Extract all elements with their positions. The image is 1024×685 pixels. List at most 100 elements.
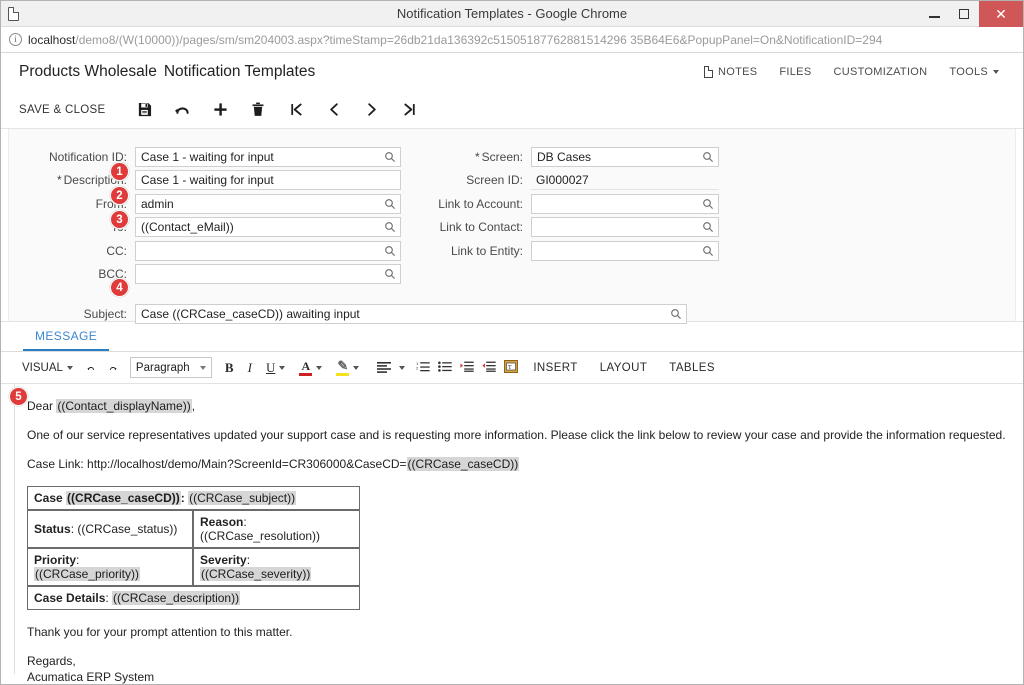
field-row-link-to-contact: Link to Contact:	[419, 216, 719, 240]
bullet-list-button[interactable]	[434, 356, 456, 380]
info-icon[interactable]: i	[9, 33, 22, 46]
highlight-swatch	[336, 373, 350, 376]
first-record-button[interactable]	[277, 95, 315, 125]
label-cc: CC:	[106, 243, 127, 258]
insert-field-icon: T	[504, 359, 519, 376]
search-icon[interactable]	[384, 268, 396, 280]
value-screen-id: GI000027	[531, 170, 719, 191]
message-closing: Thank you for your prompt attention to t…	[27, 624, 293, 639]
font-color-button[interactable]: A	[292, 356, 329, 380]
delete-button[interactable]	[239, 95, 277, 125]
indent-decrease-icon	[482, 361, 497, 375]
next-record-button[interactable]	[353, 95, 391, 125]
input-subject[interactable]: Case ((CRCase_caseCD)) awaiting input	[135, 303, 687, 324]
input-link-to-account[interactable]	[531, 193, 719, 214]
indent-increase-button[interactable]	[456, 356, 478, 380]
value-screen: DB Cases	[537, 149, 592, 164]
field-row-bcc: BCC:	[23, 263, 401, 287]
case-details-token: ((CRCase_description))	[112, 590, 241, 605]
message-editor-area[interactable]: 5 Dear ((Contact_displayName)), One of o…	[1, 384, 1023, 684]
underline-glyph: U	[265, 359, 276, 375]
search-icon[interactable]	[702, 245, 714, 257]
url-path: /demo8/(W(10000))/pages/sm/sm204003.aspx…	[75, 32, 883, 47]
priority-sep: :	[76, 552, 80, 567]
step-badge-3: 3	[110, 210, 129, 229]
input-screen[interactable]: DB Cases	[531, 146, 719, 167]
step-badge-1: 1	[110, 162, 129, 181]
value-to: ((Contact_eMail))	[141, 220, 234, 235]
save-and-close-button[interactable]: SAVE & CLOSE	[19, 104, 105, 116]
highlight-color-button[interactable]: ✎	[329, 356, 366, 380]
undo-button[interactable]	[163, 95, 201, 125]
add-new-button[interactable]	[201, 95, 239, 125]
browser-title-bar: Notification Templates - Google Chrome ✕	[1, 1, 1023, 27]
bold-button[interactable]: B	[218, 356, 241, 380]
input-notification-id[interactable]: Case 1 - waiting for input	[135, 146, 401, 167]
notes-button[interactable]: NOTES	[703, 66, 757, 78]
svg-text:T: T	[508, 364, 512, 370]
field-row-notification-id: Notification ID: Case 1 - waiting for in…	[23, 145, 401, 169]
greeting-token: ((Contact_displayName))	[56, 399, 192, 413]
chevron-down-icon	[399, 365, 406, 370]
step-badge-5: 5	[9, 387, 28, 406]
case-subject-token: ((CRCase_subject))	[188, 490, 297, 505]
chevron-down-icon	[199, 365, 206, 370]
address-bar[interactable]: i localhost/demo8/(W(10000))/pages/sm/sm…	[1, 27, 1023, 53]
message-case-link: Case Link: http://localhost/demo/Main?Sc…	[27, 456, 1023, 472]
files-button[interactable]: FILES	[779, 66, 811, 78]
indent-increase-icon	[460, 361, 475, 375]
case-details-table: Case ((CRCase_caseCD)): ((CRCase_subject…	[27, 485, 360, 610]
reason-token: ((CRCase_resolution))	[200, 528, 321, 543]
chrome-browser-window: Notification Templates - Google Chrome ✕…	[0, 0, 1024, 685]
editor-mode-selector[interactable]: VISUAL	[15, 356, 80, 380]
tab-message[interactable]: MESSAGE	[23, 329, 110, 351]
search-icon[interactable]	[702, 198, 714, 210]
field-row-cc: CC:	[23, 239, 401, 263]
paragraph-style-select[interactable]: Paragraph	[129, 357, 212, 378]
editor-undo-button[interactable]	[80, 356, 102, 380]
tables-menu[interactable]: TABLES	[658, 362, 726, 374]
customization-button[interactable]: CUSTOMIZATION	[833, 66, 927, 78]
input-description[interactable]: Case 1 - waiting for input	[135, 170, 401, 191]
last-record-button[interactable]	[391, 95, 429, 125]
search-icon[interactable]	[702, 151, 714, 163]
value-description: Case 1 - waiting for input	[141, 173, 274, 188]
editor-redo-button[interactable]	[102, 356, 124, 380]
previous-record-button[interactable]	[315, 95, 353, 125]
page-icon	[1, 1, 25, 27]
italic-button[interactable]: I	[241, 356, 259, 380]
input-link-to-contact[interactable]	[531, 217, 719, 238]
layout-menu[interactable]: LAYOUT	[589, 362, 659, 374]
severity-token: ((CRCase_severity))	[200, 566, 312, 581]
search-icon[interactable]	[670, 308, 682, 320]
bullet-list-icon	[438, 361, 453, 375]
search-icon[interactable]	[384, 245, 396, 257]
insert-field-button[interactable]: T	[500, 356, 522, 380]
input-bcc[interactable]	[135, 264, 401, 285]
search-icon[interactable]	[702, 221, 714, 233]
search-icon[interactable]	[384, 198, 396, 210]
cell-priority: Priority: ((CRCase_priority))	[27, 547, 193, 586]
input-cc[interactable]	[135, 240, 401, 261]
input-link-to-entity[interactable]	[531, 240, 719, 261]
case-details-label: Case Details	[34, 590, 106, 605]
cell-severity: Severity: ((CRCase_severity))	[193, 547, 360, 586]
input-from[interactable]: admin	[135, 193, 401, 214]
ordered-list-button[interactable]: 12	[412, 356, 434, 380]
align-button[interactable]	[366, 356, 412, 380]
search-icon[interactable]	[384, 221, 396, 233]
numbered-list-icon: 12	[416, 361, 431, 375]
close-button[interactable]: ✕	[979, 1, 1023, 27]
search-icon[interactable]	[384, 151, 396, 163]
insert-menu[interactable]: INSERT	[522, 362, 588, 374]
save-button[interactable]	[125, 95, 163, 125]
tools-menu[interactable]: TOOLS	[949, 66, 999, 78]
input-to[interactable]: ((Contact_eMail))	[135, 217, 401, 238]
maximize-button[interactable]	[949, 1, 979, 27]
minimize-button[interactable]	[919, 1, 949, 27]
table-row: Status: ((CRCase_status)) Reason: ((CRCa…	[27, 509, 360, 548]
status-label: Status	[34, 521, 71, 536]
notification-form: Notification ID: Case 1 - waiting for in…	[1, 129, 1023, 324]
indent-decrease-button[interactable]	[478, 356, 500, 380]
underline-button[interactable]: U	[259, 356, 292, 380]
